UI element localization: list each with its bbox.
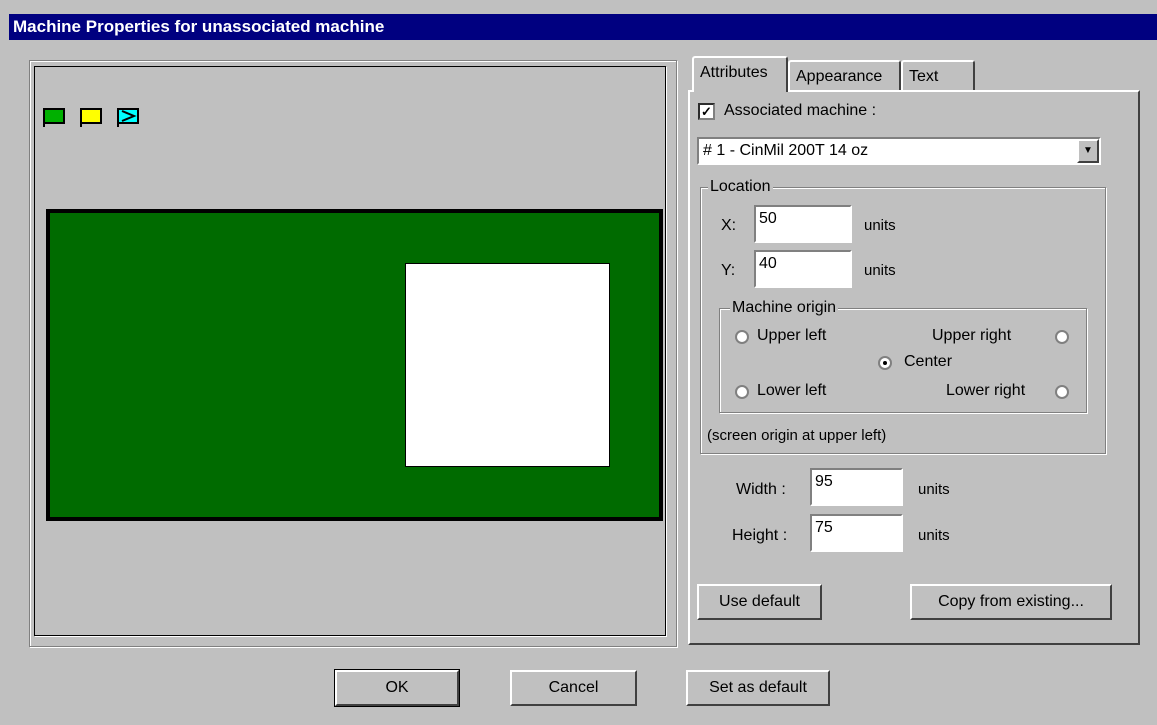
yellow-flag-icon	[80, 108, 102, 127]
window-title: Machine Properties for unassociated mach…	[13, 17, 385, 36]
machine-origin-title: Machine origin	[730, 299, 839, 317]
tab-appearance[interactable]: Appearance	[788, 60, 901, 90]
width-label: Width :	[736, 481, 786, 498]
height-input[interactable]: 75	[810, 514, 903, 552]
lower-left-label: Lower left	[757, 382, 827, 399]
lower-left-radio[interactable]	[735, 385, 749, 399]
x-input[interactable]: 50	[754, 205, 852, 243]
tab-attributes[interactable]: Attributes	[692, 56, 788, 92]
width-units: units	[918, 481, 950, 498]
y-units: units	[864, 262, 896, 279]
screen-origin-note: (screen origin at upper left)	[707, 427, 887, 444]
machine-select[interactable]: # 1 - CinMil 200T 14 oz ▼	[697, 137, 1101, 165]
copy-from-existing-button[interactable]: Copy from existing...	[910, 584, 1112, 620]
chevron-down-icon[interactable]: ▼	[1077, 139, 1099, 163]
tab-text[interactable]: Text	[901, 60, 975, 90]
cyan-flag-icon	[117, 108, 139, 127]
checkbox-checkmark: ✓	[701, 104, 712, 119]
x-units: units	[864, 217, 896, 234]
upper-left-label: Upper left	[757, 327, 827, 344]
upper-left-radio[interactable]	[735, 330, 749, 344]
tab-appearance-label: Appearance	[796, 68, 883, 85]
upper-right-label: Upper right	[932, 327, 1012, 344]
y-label: Y:	[721, 262, 736, 279]
ok-button[interactable]: OK	[334, 669, 460, 707]
associated-machine-label: Associated machine :	[724, 102, 877, 119]
title-bar: Machine Properties for unassociated mach…	[9, 14, 1157, 40]
center-radio[interactable]	[878, 356, 892, 370]
center-label: Center	[904, 353, 953, 370]
width-input[interactable]: 95	[810, 468, 903, 506]
cancel-button[interactable]: Cancel	[510, 670, 637, 706]
height-label: Height :	[732, 527, 788, 544]
machine-label-area	[405, 263, 610, 467]
lower-right-radio[interactable]	[1055, 385, 1069, 399]
machine-select-value: # 1 - CinMil 200T 14 oz	[703, 142, 869, 159]
tab-attributes-label: Attributes	[700, 64, 768, 81]
green-flag-icon	[43, 108, 65, 127]
x-label: X:	[721, 217, 737, 234]
tab-text-label: Text	[909, 68, 939, 85]
lower-right-label: Lower right	[946, 382, 1026, 399]
associated-machine-checkbox[interactable]: ✓	[698, 103, 715, 120]
use-default-button[interactable]: Use default	[697, 584, 822, 620]
y-input[interactable]: 40	[754, 250, 852, 288]
height-units: units	[918, 527, 950, 544]
set-as-default-button[interactable]: Set as default	[686, 670, 830, 706]
upper-right-radio[interactable]	[1055, 330, 1069, 344]
location-title: Location	[708, 178, 773, 196]
